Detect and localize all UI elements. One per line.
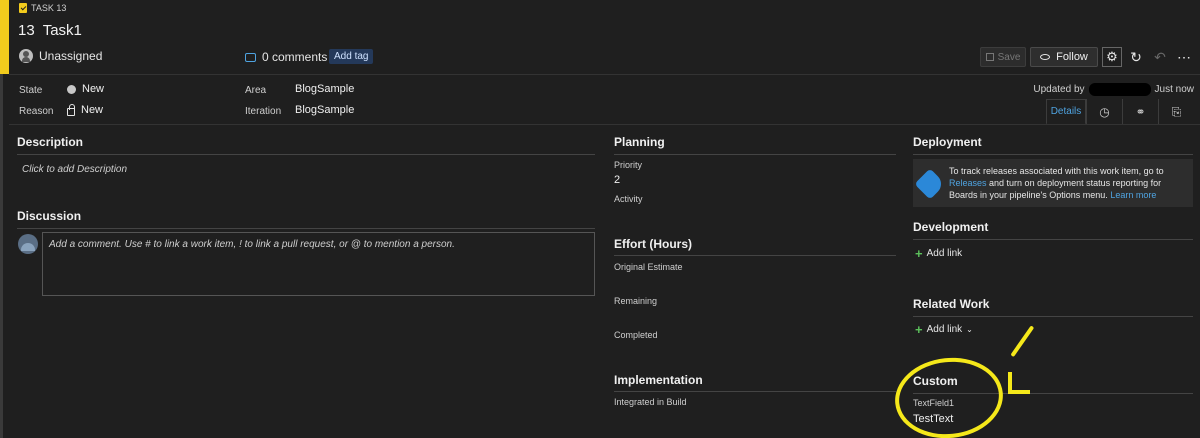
effort-title: Effort (Hours) [614,237,692,251]
planning-title: Planning [614,135,665,149]
refresh-icon[interactable]: ↻ [1126,47,1146,67]
state-dot-icon [67,84,76,94]
updated-by-label: Updated by [1033,84,1085,95]
toolbar: Save Follow ⚙ ↻ ↶ ⋯ [980,47,1194,67]
comments-count: 0 comments [262,50,328,64]
completed-field[interactable]: Completed [614,330,658,340]
details-tabs: Details ◷ ⚭ ⎘ [1046,99,1194,125]
updated-time: Just now [1154,84,1194,95]
description-title: Description [17,135,84,149]
task-icon [19,3,27,13]
deployment-text-1: To track releases associated with this w… [949,166,1164,176]
area-field[interactable]: BlogSample [295,83,354,95]
comments-link[interactable]: 0 comments [245,50,327,64]
plus-icon: + [915,322,923,337]
eye-icon [1040,54,1051,60]
undo-icon[interactable]: ↶ [1150,47,1170,67]
highlight-arrow [1010,325,1035,358]
integrated-in-build-field[interactable]: Integrated in Build [614,397,687,407]
attachment-icon[interactable]: ⎘ [1158,99,1194,125]
remaining-field[interactable]: Remaining [614,296,657,306]
more-icon[interactable]: ⋯ [1174,47,1194,67]
add-tag-button[interactable]: Add tag [329,49,374,64]
avatar [18,234,38,254]
related-add-link-label: Add link [926,324,963,335]
save-button[interactable]: Save [980,47,1026,67]
deployment-underline [913,154,1193,155]
follow-button[interactable]: Follow [1030,47,1098,67]
priority-field[interactable]: 2 [614,174,620,186]
save-icon [985,53,994,61]
history-icon[interactable]: ◷ [1086,99,1122,125]
updated-by: Updated by Just now [1033,83,1194,96]
related-add-link[interactable]: + Add link ⌄ [915,322,973,337]
fields-divider [9,124,1200,125]
highlight-arrow-head [1008,372,1030,394]
deployment-title: Deployment [913,135,982,149]
comment-icon [245,52,256,62]
implementation-title: Implementation [614,373,703,387]
priority-label: Priority [614,160,643,170]
left-edge [0,74,3,438]
development-underline [913,239,1193,240]
releases-link[interactable]: Releases [949,178,987,188]
tab-details[interactable]: Details [1046,99,1086,125]
work-item-title[interactable]: Task1 [43,22,82,39]
gear-icon[interactable]: ⚙ [1102,47,1122,67]
state-label: State [19,85,43,96]
header-divider [9,74,1200,75]
assigned-to-label: Unassigned [39,49,103,63]
redacted-user [1088,83,1151,96]
avatar [19,49,33,63]
deployment-text: To track releases associated with this w… [949,165,1187,201]
learn-more-link[interactable]: Learn more [1110,190,1156,200]
work-item-header: TASK 13 13 Task1 Unassigned 0 comments A… [9,0,1200,74]
state-field[interactable]: New [67,83,104,95]
state-value: New [82,83,105,95]
link-icon[interactable]: ⚭ [1122,99,1158,125]
development-add-link-label: Add link [926,248,963,259]
reason-label: Reason [19,106,54,117]
description-editor[interactable]: Click to add Description [22,164,127,175]
description-underline [17,154,595,155]
original-estimate-field[interactable]: Original Estimate [614,262,683,272]
save-label: Save [997,51,1021,63]
iteration-field[interactable]: BlogSample [295,104,354,116]
work-item-type-color-bar [0,0,9,74]
plus-icon: + [915,246,923,261]
highlight-circle [891,352,1007,438]
related-work-underline [913,316,1193,317]
reason-field[interactable]: New [67,104,103,116]
implementation-underline [614,391,896,392]
related-work-title: Related Work [913,297,990,311]
work-item-type: TASK 13 [19,3,66,13]
work-item-id: 13 [18,22,35,39]
comment-input[interactable]: Add a comment. Use # to link a work item… [42,232,595,296]
work-item-title-row[interactable]: 13 Task1 [18,22,82,39]
activity-field[interactable]: Activity [614,194,643,204]
iteration-label: Iteration [245,106,282,117]
planning-underline [614,154,896,155]
development-title: Development [913,220,989,234]
effort-underline [614,255,896,256]
follow-label: Follow [1056,51,1088,63]
rocket-icon [914,168,946,200]
reason-value: New [81,104,104,116]
development-add-link[interactable]: + Add link [915,246,962,261]
work-item-type-label: TASK 13 [31,3,67,13]
assigned-to-control[interactable]: Unassigned [19,49,102,63]
chevron-down-icon: ⌄ [966,325,973,334]
lock-icon [67,104,75,116]
discussion-title: Discussion [17,209,82,223]
area-label: Area [245,85,267,96]
discussion-underline [17,228,595,229]
deployment-info: To track releases associated with this w… [913,159,1193,207]
